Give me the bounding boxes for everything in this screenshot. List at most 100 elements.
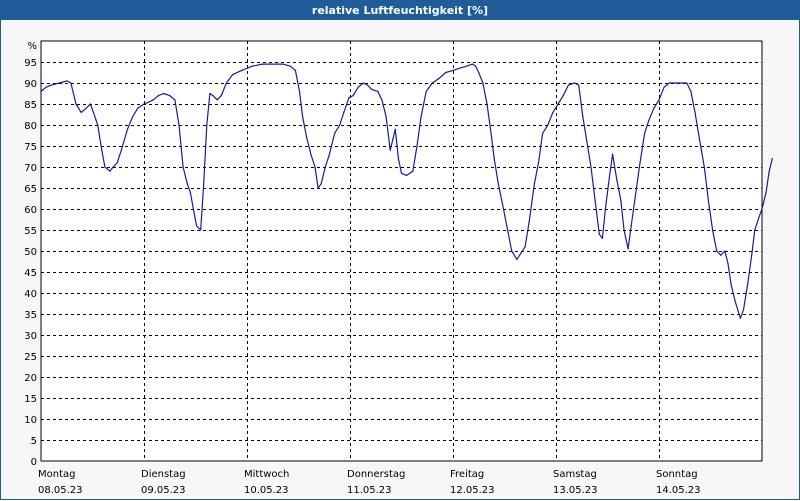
data-point	[70, 82, 72, 84]
data-point	[547, 124, 549, 126]
data-point	[573, 82, 576, 84]
y-tick-label: 60	[24, 205, 37, 216]
y-tick-label: 15	[24, 394, 37, 405]
data-point	[203, 183, 205, 185]
data-point	[109, 170, 111, 172]
data-point	[648, 120, 650, 122]
data-point	[658, 99, 660, 101]
y-tick-label: 35	[24, 310, 37, 321]
data-point	[58, 82, 61, 84]
data-point	[400, 172, 403, 174]
data-point	[533, 183, 536, 185]
x-tick-date-label: 11.05.23	[347, 485, 392, 496]
data-point	[425, 90, 427, 92]
data-point	[507, 229, 509, 231]
y-tick-label: 90	[24, 79, 37, 90]
x-tick-day-label: Sonntag	[656, 469, 698, 480]
x-tick-date-label: 08.05.23	[38, 485, 83, 496]
data-point	[385, 116, 387, 118]
data-point	[186, 183, 188, 185]
x-tick-day-label: Samstag	[553, 469, 597, 480]
data-point	[524, 246, 526, 248]
data-point	[578, 84, 580, 86]
data-point	[676, 82, 679, 84]
data-point	[116, 162, 118, 164]
data-point	[742, 309, 745, 311]
data-point	[497, 183, 499, 185]
data-point	[75, 103, 77, 105]
data-point	[623, 229, 625, 231]
data-point	[352, 95, 354, 97]
y-tick-label: 5	[31, 436, 37, 447]
data-point	[754, 229, 756, 231]
chart-canvas: % 0 5 10 15 20 25 30 35 40 45 50 55 60 65 70 75 80 85 90 95…	[24, 40, 773, 496]
data-point	[182, 166, 184, 168]
data-point	[241, 69, 243, 71]
x-tick-day-label: Mittwoch	[244, 469, 289, 480]
x-tick-day-label: Dienstag	[141, 469, 186, 480]
data-point	[66, 80, 68, 82]
data-point	[50, 84, 52, 86]
data-point	[328, 153, 330, 155]
data-point	[598, 233, 600, 235]
data-point	[686, 82, 688, 84]
data-point	[334, 132, 336, 134]
data-point	[189, 191, 191, 193]
data-point	[366, 84, 369, 86]
data-point	[392, 137, 394, 139]
data-point	[739, 317, 742, 319]
data-point	[537, 162, 540, 164]
data-point	[389, 149, 391, 151]
data-point	[612, 153, 614, 155]
data-point	[490, 132, 492, 134]
data-point	[195, 225, 198, 227]
data-point	[89, 103, 91, 105]
data-point	[765, 191, 767, 193]
data-point	[317, 187, 319, 189]
y-tick-label: 75	[24, 142, 37, 153]
data-point	[112, 166, 114, 168]
data-point	[132, 116, 134, 118]
data-point	[475, 65, 477, 67]
data-point	[101, 149, 103, 151]
data-point	[357, 86, 359, 88]
data-point	[169, 95, 171, 97]
data-point	[452, 69, 454, 71]
data-point	[712, 229, 714, 231]
data-point	[638, 166, 641, 168]
data-point	[104, 166, 106, 168]
data-point	[465, 65, 467, 67]
data-point	[458, 67, 460, 69]
chart-window: relative Luftfeuchtigkeit [%] % 0 5 10 15 20…	[0, 0, 800, 500]
data-point	[148, 101, 150, 103]
data-point	[126, 128, 129, 130]
data-point	[178, 124, 180, 126]
data-point	[45, 86, 47, 88]
data-point	[601, 237, 604, 239]
y-tick-label: 70	[24, 163, 37, 174]
data-point	[324, 166, 326, 168]
y-tick-label: 0	[31, 457, 37, 468]
data-point	[609, 174, 611, 176]
data-point	[604, 208, 607, 210]
data-point	[381, 99, 383, 101]
x-tick-day-label: Freitag	[450, 469, 484, 480]
data-point	[634, 195, 636, 197]
data-point	[552, 111, 554, 113]
data-point	[511, 250, 513, 252]
data-point	[445, 71, 447, 74]
data-point	[282, 63, 284, 65]
data-point	[724, 250, 726, 252]
data-point	[420, 116, 422, 118]
data-point	[143, 103, 145, 105]
grid-layer	[41, 41, 762, 461]
y-axis: % 0 5 10 15 20 25 30 35 40 45 50 55 60 65 70 75 80 85 90 95	[24, 41, 37, 468]
data-point	[594, 200, 596, 202]
y-tick-label: 45	[24, 268, 37, 279]
data-point	[663, 86, 665, 88]
data-point	[751, 254, 753, 256]
y-tick-label: 65	[24, 184, 37, 195]
x-axis: Montag 08.05.23 Dienstag 09.05.23 Mittwoch 10…	[38, 469, 701, 496]
data-point	[163, 92, 165, 95]
y-tick-label: 10	[24, 415, 37, 426]
